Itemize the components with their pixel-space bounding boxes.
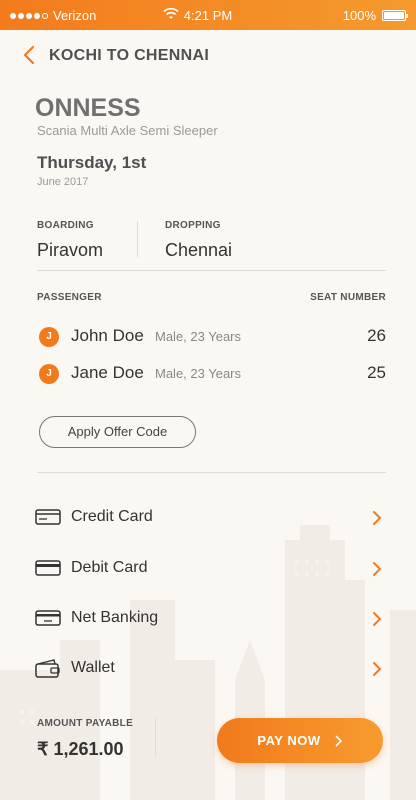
battery-percent: 100% [342,8,376,23]
points-divider [137,221,138,257]
chevron-right-icon [373,562,382,576]
section-divider [37,270,386,271]
net-banking-icon [35,610,61,626]
bus-operator-name: ONNESS [35,94,141,122]
boarding-label: BOARDING [37,220,94,231]
page-title: KOCHI TO CHENNAI [49,47,210,64]
passenger-name: Jane Doe [71,363,144,382]
passenger-name: John Doe [71,326,144,345]
passenger-header: PASSENGER [37,292,102,303]
chevron-right-icon [373,612,382,626]
passenger-detail: Male, 23 Years [155,329,242,344]
debit-card-icon [35,560,61,576]
chevron-right-icon [373,511,382,525]
pay-now-button[interactable]: PAY NOW [217,718,383,763]
footer-divider [155,717,156,757]
payment-option-wallet[interactable]: Wallet [35,654,385,684]
amount-payable-label: AMOUNT PAYABLE [37,718,134,729]
bus-type: Scania Multi Axle Semi Sleeper [37,123,218,138]
back-arrow-icon[interactable] [20,44,38,66]
passenger-avatar: J [39,327,59,347]
seat-number-header: SEAT NUMBER [310,292,386,303]
boarding-point: Piravom [37,240,104,260]
battery-indicator: 100% [342,8,408,23]
payment-option-label: Credit Card [71,508,153,525]
status-bar: Verizon 4:21 PM 100% [0,0,416,30]
wallet-icon [35,659,60,678]
battery-icon [382,10,408,21]
payment-option-net-banking[interactable]: Net Banking [35,604,385,634]
credit-card-icon [35,509,61,525]
payment-option-label: Debit Card [71,559,148,576]
journey-date: Thursday, 1st [37,153,147,172]
section-divider [37,472,386,473]
passenger-row: J John Doe Male, 23 Years 26 [37,324,386,350]
payment-option-debit-card[interactable]: Debit Card [35,554,385,584]
passenger-avatar: J [39,364,59,384]
payment-option-credit-card[interactable]: Credit Card [35,503,385,533]
dropping-point: Chennai [165,240,233,260]
payment-option-label: Net Banking [71,609,159,626]
passenger-detail: Male, 23 Years [155,366,242,381]
passenger-row: J Jane Doe Male, 23 Years 25 [37,361,386,387]
payment-option-label: Wallet [71,659,115,676]
pay-now-label: PAY NOW [257,733,321,748]
passenger-seat: 26 [367,326,386,345]
passenger-seat: 25 [367,363,386,382]
apply-offer-code-button[interactable]: Apply Offer Code [39,416,196,448]
header: KOCHI TO CHENNAI [0,30,416,82]
journey-month-year: June 2017 [37,176,89,188]
dropping-label: DROPPING [165,220,221,231]
chevron-right-icon [373,662,382,676]
chevron-right-icon [335,735,342,746]
amount-payable-value: ₹ 1,261.00 [37,739,124,759]
